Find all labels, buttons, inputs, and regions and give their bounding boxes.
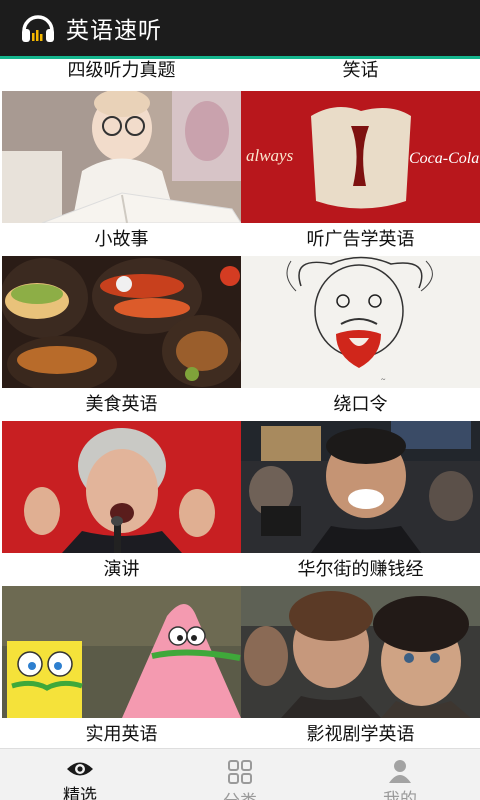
movie-still-photo [241, 586, 480, 718]
tab-mine-label: 我的 [383, 790, 417, 800]
category-tile[interactable]: 华尔街的赚钱经 [241, 421, 480, 586]
wall-street-photo [241, 421, 480, 553]
category-label: 绕口令 [241, 388, 480, 421]
category-tile[interactable]: always Coca-Cola 听广告学英语 [241, 91, 480, 256]
user-icon [385, 759, 415, 783]
category-label: 美食英语 [2, 388, 241, 421]
headphones-logo-icon [18, 8, 58, 48]
advertisement-brand-right: Coca-Cola [409, 150, 479, 167]
category-tile[interactable]: 小故事 [2, 91, 241, 256]
category-tile[interactable]: 四级听力真题 [2, 59, 241, 85]
category-label: 笑话 [241, 59, 480, 85]
svg-text:~: ~ [381, 375, 386, 384]
tab-categories[interactable]: 分类 [160, 749, 320, 800]
category-tile[interactable]: 笑话 [241, 59, 480, 85]
category-tile[interactable]: 实用英语 [2, 586, 241, 748]
bottom-tab-bar: 精选 分类 我的 [0, 748, 480, 800]
category-label: 小故事 [2, 223, 241, 256]
category-label: 听广告学英语 [241, 223, 480, 256]
category-tile[interactable]: 影视剧学英语 [241, 586, 480, 748]
category-label: 影视剧学英语 [241, 718, 480, 748]
app-header: 英语速听 [0, 0, 480, 56]
category-label: 四级听力真题 [2, 59, 241, 85]
category-tile[interactable]: ~ 绕口令 [241, 256, 480, 421]
category-label: 演讲 [2, 553, 241, 586]
einstein-tongue-sketch: ~ [241, 256, 480, 388]
advertisement-photo: always Coca-Cola [241, 91, 480, 223]
cartoon-photo [2, 586, 241, 718]
app-title: 英语速听 [66, 18, 162, 44]
tab-mine[interactable]: 我的 [320, 749, 480, 800]
category-label: 华尔街的赚钱经 [241, 553, 480, 586]
category-tile[interactable]: 美食英语 [2, 256, 241, 421]
advertisement-brand-left: always [246, 146, 294, 165]
eye-icon [65, 759, 95, 779]
tab-featured[interactable]: 精选 [0, 749, 160, 800]
category-icon [225, 759, 255, 785]
tab-featured-label: 精选 [63, 786, 97, 800]
category-tile[interactable]: 演讲 [2, 421, 241, 586]
tab-categories-label: 分类 [223, 787, 257, 800]
category-label: 实用英语 [2, 718, 241, 748]
speech-photo [2, 421, 241, 553]
baby-reading-photo [2, 91, 241, 223]
category-grid: 四级听力真题 笑话 小故事 always Coca-Cola 听广告学英语 美食… [0, 59, 480, 748]
mexican-food-photo [2, 256, 241, 388]
